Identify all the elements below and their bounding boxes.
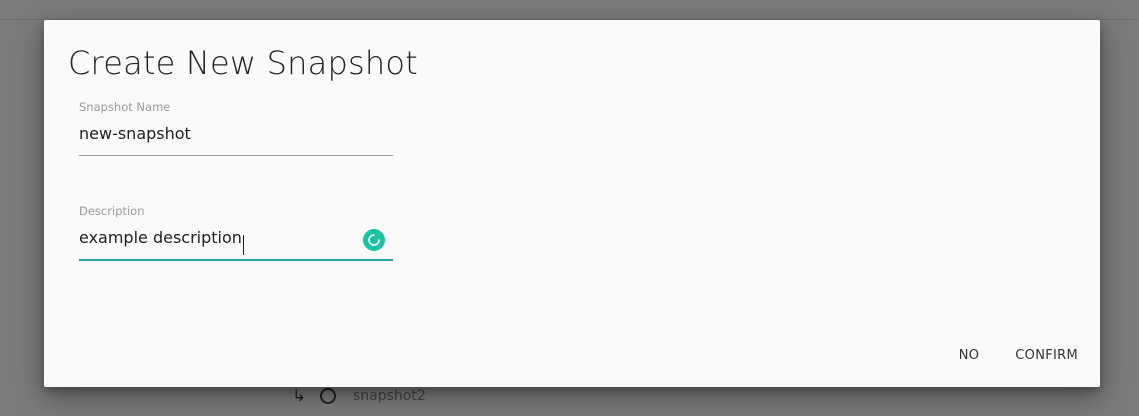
description-underline-focused <box>79 259 393 261</box>
background-snapshot-list-item: ↳ snapshot2 <box>292 385 426 407</box>
create-snapshot-dialog: Create New Snapshot Snapshot Name Descri… <box>44 20 1100 387</box>
no-button[interactable]: NO <box>951 342 988 369</box>
description-label: Description <box>79 204 145 218</box>
confirm-button[interactable]: CONFIRM <box>1007 342 1086 369</box>
description-input[interactable] <box>79 225 393 249</box>
subdirectory-arrow-right-icon: ↳ <box>292 386 307 406</box>
snapshot-name-input[interactable] <box>79 121 393 145</box>
snapshot-name-label: Snapshot Name <box>79 100 171 114</box>
loading-spinner-icon <box>363 229 385 251</box>
dialog-actions: NO CONFIRM <box>931 342 1086 369</box>
circle-outline-icon <box>320 388 336 404</box>
snapshot-name-field: Snapshot Name <box>79 100 393 156</box>
description-field: Description <box>79 204 393 261</box>
snapshot-name-underline <box>79 155 393 156</box>
dialog-title: Create New Snapshot <box>68 44 418 82</box>
text-caret <box>243 235 244 255</box>
background-snapshot-name: snapshot2 <box>353 388 426 404</box>
